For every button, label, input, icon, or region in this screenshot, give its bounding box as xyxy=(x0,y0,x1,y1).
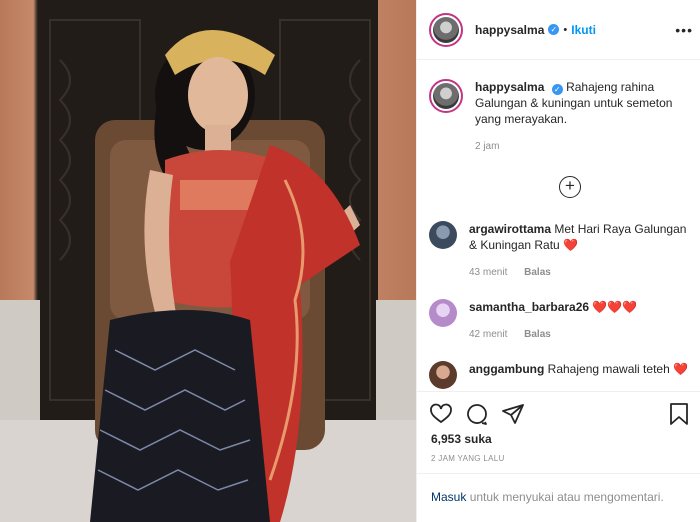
avatar[interactable] xyxy=(429,12,463,47)
avatar[interactable] xyxy=(429,221,457,249)
heart-emoji: ❤️❤️❤️ xyxy=(592,300,638,314)
login-prompt: Masuk untuk menyukai atau mengomentari. xyxy=(417,473,700,522)
comment-time[interactable]: 42 menit xyxy=(469,329,507,340)
photo-illustration xyxy=(0,0,416,522)
likes-count[interactable]: 6,953 suka xyxy=(431,432,492,446)
comment-item: samantha_barbara26 ❤️❤️❤️ 42 menit Balas xyxy=(429,299,697,343)
action-bar: 6,953 suka 2 JAM YANG LALU xyxy=(417,391,700,473)
bookmark-icon[interactable] xyxy=(667,402,691,426)
login-text: untuk menyukai atau mengomentari. xyxy=(469,490,664,504)
comment-username[interactable]: argawirottama xyxy=(469,222,551,236)
heart-icon[interactable] xyxy=(429,402,453,426)
reply-button[interactable]: Balas xyxy=(524,329,551,340)
comments-section: happysalma ✓ Rahajeng rahina Galungan & … xyxy=(417,61,700,391)
heart-emoji: ❤️ xyxy=(673,362,689,376)
follow-button[interactable]: Ikuti xyxy=(571,23,596,37)
comment-username[interactable]: samantha_barbara26 xyxy=(469,300,589,314)
reply-button[interactable]: Balas xyxy=(524,267,551,278)
comment-time[interactable]: 43 menit xyxy=(469,267,507,278)
post-header: happysalma ✓ • Ikuti ••• xyxy=(417,0,700,60)
comment-username[interactable]: anggambung xyxy=(469,362,544,376)
post-timestamp[interactable]: 2 JAM YANG LALU xyxy=(431,454,505,463)
more-options-icon[interactable]: ••• xyxy=(675,22,693,38)
avatar[interactable] xyxy=(429,79,463,113)
comment-item: argawirottama Met Hari Raya Galungan & K… xyxy=(429,221,697,281)
avatar[interactable] xyxy=(429,299,457,327)
verified-icon: ✓ xyxy=(551,84,563,95)
heart-emoji: ❤️ xyxy=(563,238,579,252)
avatar[interactable] xyxy=(429,361,457,389)
caption-time[interactable]: 2 jam xyxy=(475,139,693,155)
post-sidebar: happysalma ✓ • Ikuti ••• happysalma ✓ Ra… xyxy=(416,0,700,522)
verified-icon: ✓ xyxy=(548,24,560,35)
username-link[interactable]: happysalma xyxy=(475,23,544,37)
instagram-post: happysalma ✓ • Ikuti ••• happysalma ✓ Ra… xyxy=(0,0,700,522)
login-link[interactable]: Masuk xyxy=(431,490,466,504)
add-comment-icon[interactable]: + xyxy=(559,176,581,198)
share-icon[interactable] xyxy=(501,402,525,426)
caption-username[interactable]: happysalma xyxy=(475,80,544,94)
post-photo[interactable] xyxy=(0,0,416,522)
comment-text: Rahajeng mawali teteh xyxy=(547,362,670,376)
comment-icon[interactable] xyxy=(465,402,489,426)
comment-item: anggambung Rahajeng mawali teteh ❤️ xyxy=(429,361,697,389)
caption: happysalma ✓ Rahajeng rahina Galungan & … xyxy=(429,79,693,155)
separator-dot: • xyxy=(563,23,568,36)
